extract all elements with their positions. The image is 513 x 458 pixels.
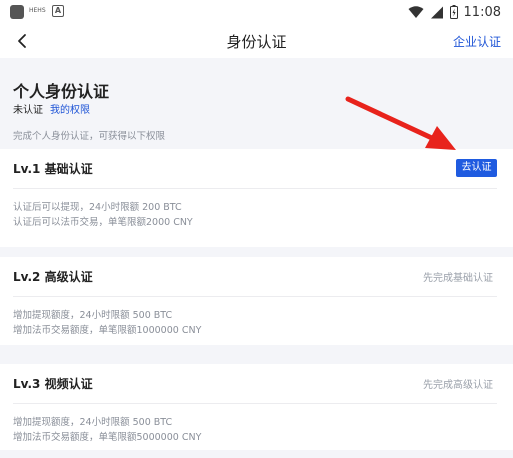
go-verify-button[interactable]: 去认证 bbox=[456, 159, 497, 177]
level-title: Lv.3 视频认证 bbox=[13, 377, 93, 391]
divider bbox=[13, 188, 497, 189]
page-title: 身份认证 bbox=[226, 33, 287, 51]
level-requirement-text: 先完成高级认证 bbox=[423, 380, 493, 391]
level-title: Lv.2 高级认证 bbox=[13, 270, 93, 284]
a-notification-icon: A bbox=[52, 5, 64, 17]
level-benefit-withdraw: 认证后可以提现，24小时限额 200 BTC bbox=[13, 202, 182, 213]
level-benefit-fiat: 增加法币交易额度，单笔限额5000000 CNY bbox=[13, 432, 202, 443]
enterprise-verification-link[interactable]: 企业认证 bbox=[453, 33, 501, 50]
app-notification-icon bbox=[10, 5, 24, 19]
wifi-icon bbox=[408, 5, 424, 18]
divider bbox=[13, 296, 497, 297]
verification-status: 未认证 bbox=[13, 105, 43, 116]
battery-icon bbox=[449, 5, 458, 19]
personal-verification-title: 个人身份认证 bbox=[13, 82, 110, 101]
level-benefit-withdraw: 增加提现额度，24小时限额 500 BTC bbox=[13, 417, 173, 428]
level-benefit-fiat: 增加法币交易额度，单笔限额1000000 CNY bbox=[13, 325, 202, 336]
status-time: 11:08 bbox=[463, 4, 501, 20]
status-bar: HEHS A 11:08 bbox=[0, 0, 513, 24]
navigation-bar: 身份认证 企业认证 bbox=[0, 24, 513, 58]
level-benefit-fiat: 认证后可以法币交易，单笔限额2000 CNY bbox=[13, 217, 193, 228]
signal-icon bbox=[430, 6, 443, 18]
level-title: Lv.1 基础认证 bbox=[13, 162, 93, 176]
level-card-video: Lv.3 视频认证 先完成高级认证 增加提现额度，24小时限额 500 BTC … bbox=[0, 364, 513, 450]
level-card-advanced: Lv.2 高级认证 先完成基础认证 增加提现额度，24小时限额 500 BTC … bbox=[0, 257, 513, 345]
personal-verification-description: 完成个人身份认证，可获得以下权限 bbox=[13, 131, 166, 142]
level-requirement-text: 先完成基础认证 bbox=[423, 273, 493, 284]
level-card-basic: Lv.1 基础认证 去认证 认证后可以提现，24小时限额 200 BTC 认证后… bbox=[0, 149, 513, 247]
my-permissions-link[interactable]: 我的权限 bbox=[50, 101, 90, 116]
notification-text: HEHS bbox=[29, 7, 46, 14]
level-benefit-withdraw: 增加提现额度，24小时限额 500 BTC bbox=[13, 310, 173, 321]
divider bbox=[13, 403, 497, 404]
personal-verification-header: 个人身份认证 未认证 我的权限 完成个人身份认证，可获得以下权限 bbox=[0, 58, 513, 148]
